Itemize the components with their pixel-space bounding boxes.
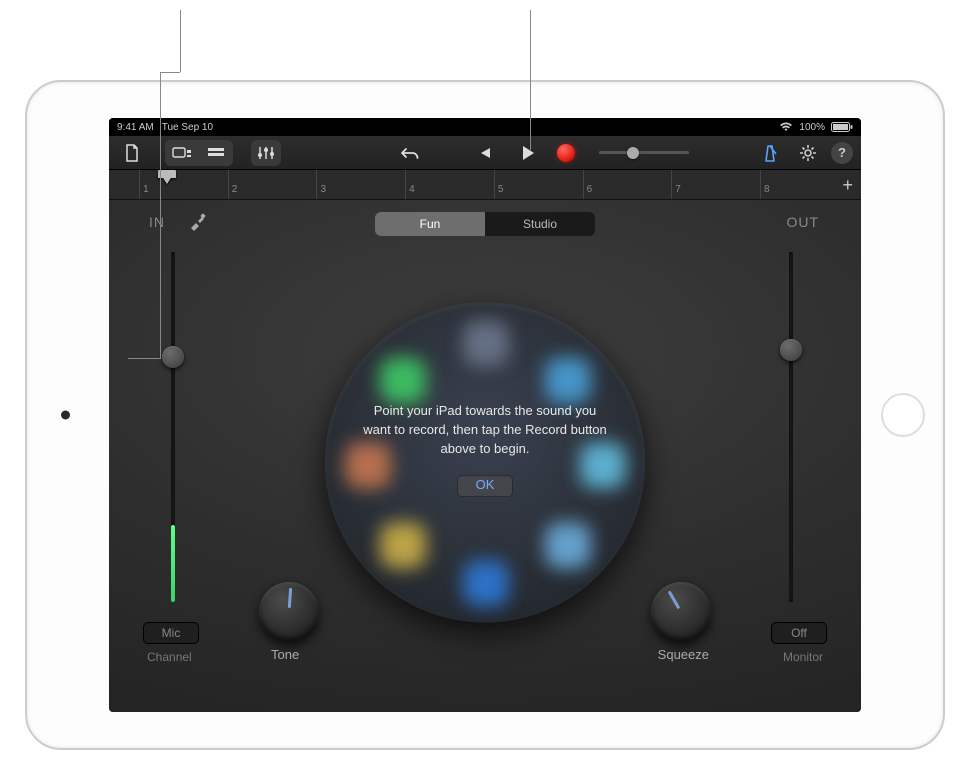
ok-button[interactable]: OK <box>457 475 513 497</box>
callout-line-in-slider-h2 <box>128 358 160 359</box>
ruler-tick: 8 <box>760 170 761 199</box>
ruler-tick-label: 8 <box>764 184 770 195</box>
preset-wheel[interactable]: Point your iPad towards the sound you wa… <box>325 302 645 622</box>
tracks-view-button[interactable] <box>199 140 233 166</box>
ruler-tick: 3 <box>316 170 317 199</box>
preset-blob <box>545 522 591 568</box>
ipad-frame: 9:41 AM Tue Sep 10 100% <box>25 80 945 750</box>
channel-label: Channel <box>147 650 192 664</box>
help-button[interactable]: ? <box>831 142 853 164</box>
callout-line-in-slider-v2 <box>160 72 161 359</box>
settings-button[interactable] <box>793 140 823 166</box>
browser-view-button[interactable] <box>165 140 199 166</box>
ruler-tick-label: 2 <box>232 184 238 195</box>
ruler-tick: 7 <box>671 170 672 199</box>
monitor-chip[interactable]: Off <box>771 622 827 644</box>
status-bar: 9:41 AM Tue Sep 10 100% <box>109 118 861 136</box>
segment-studio[interactable]: Studio <box>485 212 595 236</box>
ruler-tick: 5 <box>494 170 495 199</box>
monitor-label: Monitor <box>783 650 823 664</box>
app-toolbar: ? <box>109 136 861 170</box>
ruler-tick-label: 1 <box>143 184 149 195</box>
squeeze-knob[interactable] <box>651 582 711 642</box>
ruler-tick-label: 6 <box>587 184 593 195</box>
output-level-slider[interactable] <box>779 252 803 602</box>
input-plug-icon[interactable] <box>187 212 207 237</box>
ruler-tick: 1 <box>139 170 140 199</box>
transport-controls <box>395 140 575 166</box>
add-glyph: + <box>842 175 853 195</box>
instruction-overlay: Point your iPad towards the sound you wa… <box>360 402 610 497</box>
instruction-text: Point your iPad towards the sound you wa… <box>360 402 610 459</box>
ruler-tick: 4 <box>405 170 406 199</box>
help-glyph: ? <box>838 145 846 160</box>
ruler-tick-label: 7 <box>675 184 681 195</box>
wifi-icon <box>779 122 793 132</box>
preset-blob <box>463 320 509 366</box>
track-controls-button[interactable] <box>251 140 281 166</box>
ruler-tick-label: 5 <box>498 184 504 195</box>
ruler-tick: 6 <box>583 170 584 199</box>
my-songs-button[interactable] <box>117 140 147 166</box>
ruler-tick: 2 <box>228 170 229 199</box>
out-label: OUT <box>786 214 819 230</box>
in-label: IN <box>149 214 165 230</box>
ruler-tick-label: 3 <box>320 184 326 195</box>
segment-fun[interactable]: Fun <box>375 212 485 236</box>
tone-knob[interactable] <box>259 582 319 642</box>
master-volume-slider[interactable] <box>599 148 689 158</box>
go-to-start-button[interactable] <box>469 140 499 166</box>
status-time: 9:41 AM <box>117 122 154 133</box>
undo-button[interactable] <box>395 140 425 166</box>
ruler-tick-label: 4 <box>409 184 415 195</box>
mode-segmented-control: Fun Studio <box>375 212 595 236</box>
callout-line-in-slider-h <box>160 72 180 73</box>
audio-recorder-panel: Fun Studio IN OUT <box>109 200 861 712</box>
tone-label: Tone <box>271 647 299 662</box>
callout-line-record <box>530 10 531 150</box>
battery-icon <box>831 122 853 132</box>
view-toggle-group <box>165 140 233 166</box>
home-button[interactable] <box>881 393 925 437</box>
preset-blob <box>380 357 426 403</box>
status-battery-pct: 100% <box>799 122 825 133</box>
record-button[interactable] <box>557 144 575 162</box>
callout-line-in-slider <box>180 10 181 72</box>
squeeze-label: Squeeze <box>658 647 709 662</box>
add-section-button[interactable]: + <box>842 175 853 196</box>
preset-blob <box>380 522 426 568</box>
preset-blob <box>463 560 509 606</box>
input-level-slider[interactable] <box>161 252 185 602</box>
status-date: Tue Sep 10 <box>162 122 213 133</box>
play-button[interactable] <box>513 140 543 166</box>
screen: 9:41 AM Tue Sep 10 100% <box>109 118 861 712</box>
channel-chip[interactable]: Mic <box>143 622 199 644</box>
preset-blob <box>545 357 591 403</box>
front-camera <box>61 411 70 420</box>
timeline-ruler[interactable]: 1 2 3 4 5 6 7 8 + <box>109 170 861 200</box>
metronome-button[interactable] <box>755 140 785 166</box>
